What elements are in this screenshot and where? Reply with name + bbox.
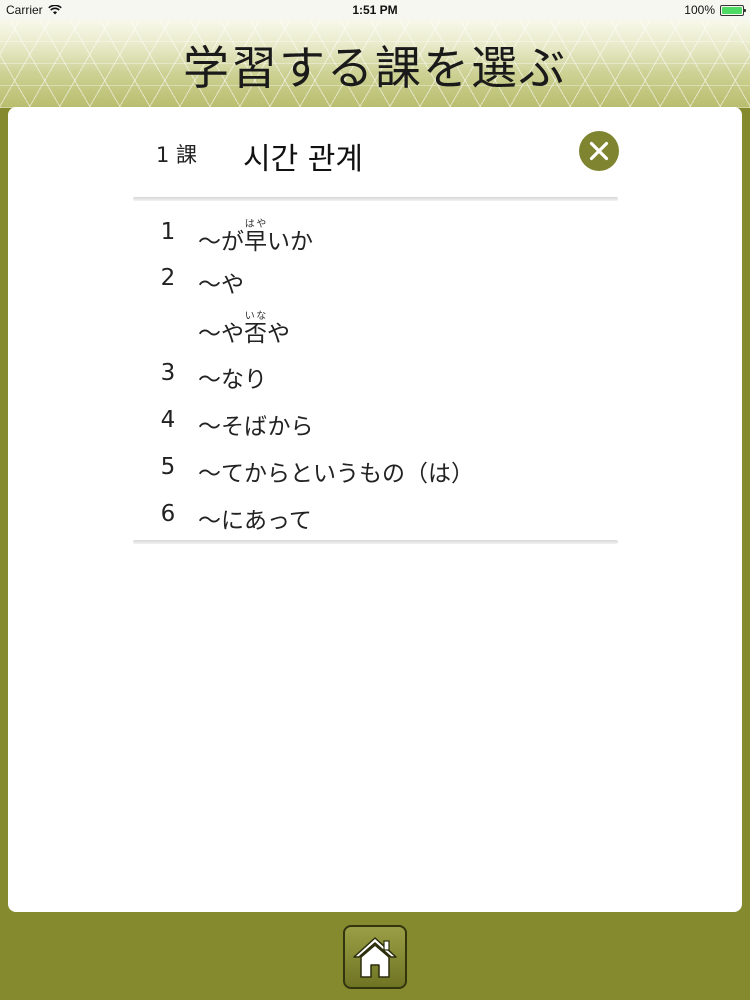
header-banner: 学習する課を選ぶ <box>0 20 750 108</box>
item-number: 2 <box>160 265 176 291</box>
status-bar: Carrier 1:51 PM 100% <box>0 0 750 20</box>
grammar-item-1[interactable]: 1 〜が早はやいか <box>8 207 742 255</box>
close-icon <box>589 141 609 161</box>
item-text: 〜や <box>198 272 244 298</box>
item-text: 〜なり <box>198 367 267 393</box>
battery-icon <box>720 4 746 16</box>
item-text: 〜や否いなや <box>198 311 290 347</box>
item-text: 〜そばから <box>198 414 314 440</box>
grammar-item-2b[interactable]: 〜や否いなや <box>8 299 742 347</box>
home-icon <box>353 937 397 978</box>
grammar-item-2[interactable]: 2 〜や <box>8 253 742 298</box>
lesson-header: 1 課 시간 관계 <box>8 107 742 199</box>
page-title: 学習する課を選ぶ <box>183 41 567 95</box>
lesson-title: 시간 관계 <box>243 142 363 177</box>
divider-bottom <box>133 540 618 544</box>
grammar-item-3[interactable]: 3 〜なり <box>8 348 742 393</box>
lesson-card: 1 課 시간 관계 1 〜が早はやいか 2 〜や 〜や否いなや 3 〜なり 4 <box>8 107 742 912</box>
item-text: 〜にあって <box>198 508 312 534</box>
battery-percent: 100% <box>684 3 715 17</box>
grammar-item-4[interactable]: 4 〜そばから <box>8 395 742 440</box>
status-right: 100% <box>684 3 746 17</box>
item-number: 6 <box>160 501 176 527</box>
item-number: 4 <box>160 407 176 433</box>
divider-top <box>133 197 618 201</box>
item-number: 3 <box>160 360 176 386</box>
item-text: 〜が早はやいか <box>198 219 313 255</box>
item-number: 1 <box>160 219 176 245</box>
home-button[interactable] <box>343 925 407 989</box>
item-number: 5 <box>160 454 176 480</box>
grammar-item-6[interactable]: 6 〜にあって <box>8 489 742 534</box>
status-time: 1:51 PM <box>352 3 398 17</box>
lesson-number: 1 課 <box>156 143 198 167</box>
grammar-item-5[interactable]: 5 〜てからというもの（は） <box>8 442 742 487</box>
close-button[interactable] <box>579 131 619 171</box>
item-text: 〜てからというもの（は） <box>198 461 474 487</box>
